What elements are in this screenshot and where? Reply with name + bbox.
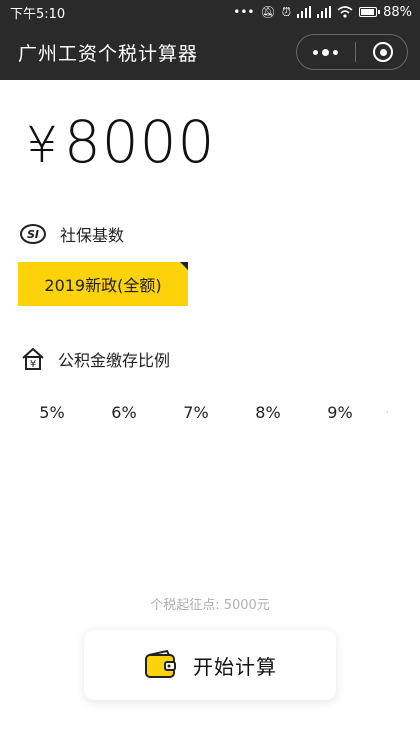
- rate-option[interactable]: 9%: [304, 403, 376, 422]
- start-calculation-button[interactable]: 开始计算: [84, 630, 336, 700]
- close-miniapp-icon[interactable]: [373, 42, 393, 62]
- nav-bar: 广州工资个税计算器: [0, 24, 420, 80]
- signal-icon: [297, 6, 312, 18]
- miniapp-capsule: [296, 34, 408, 70]
- mute-bell-icon: 🔕︎: [260, 5, 276, 19]
- rate-option[interactable]: 7%: [160, 403, 232, 422]
- policy-selector[interactable]: 2019新政(全额): [18, 262, 188, 306]
- tax-threshold-note: 个税起征点: 5000元: [150, 598, 270, 613]
- battery-percent: 88%: [383, 4, 412, 20]
- wallet-icon: [145, 649, 176, 678]
- rate-option[interactable]: 6%: [88, 403, 160, 422]
- capsule-divider: [355, 42, 356, 62]
- battery-icon: [359, 7, 381, 17]
- social-security-icon: SI: [20, 224, 46, 244]
- housing-fund-label: 公积金缴存比例: [58, 351, 171, 370]
- rate-option[interactable]: 8%: [232, 403, 304, 422]
- rate-option[interactable]: 5%: [16, 403, 88, 422]
- social-security-label: 社保基数: [60, 226, 125, 245]
- house-icon: ¥: [22, 347, 44, 370]
- more-dots-icon: •••: [233, 5, 255, 19]
- status-time: 下午5:10: [10, 6, 66, 22]
- currency-symbol: ¥: [26, 116, 58, 174]
- rates-scroll-indicator: ·: [386, 407, 389, 417]
- alarm-icon: ⏰︎: [281, 5, 292, 19]
- social-security-section: SI 社保基数: [20, 222, 124, 246]
- housing-fund-section: ¥ 公积金缴存比例: [20, 346, 170, 372]
- salary-display[interactable]: ¥ 8000: [26, 108, 215, 176]
- start-calculation-label: 开始计算: [193, 654, 277, 679]
- more-menu-icon[interactable]: [313, 48, 338, 56]
- policy-corner-marker: [180, 262, 188, 270]
- page-title: 广州工资个税计算器: [18, 42, 199, 65]
- status-icons: ••• 🔕︎ ⏰︎ 88%: [233, 5, 412, 20]
- svg-text:¥: ¥: [30, 359, 36, 370]
- housing-fund-rates: 5% 6% 7% 8% 9% ·: [16, 398, 420, 426]
- wifi-icon: [337, 6, 353, 18]
- signal-icon-2: [317, 6, 332, 18]
- salary-amount: 8000: [63, 108, 216, 176]
- status-bar: 下午5:10 ••• 🔕︎ ⏰︎ 88%: [0, 0, 420, 24]
- policy-label: 2019新政(全额): [44, 276, 162, 295]
